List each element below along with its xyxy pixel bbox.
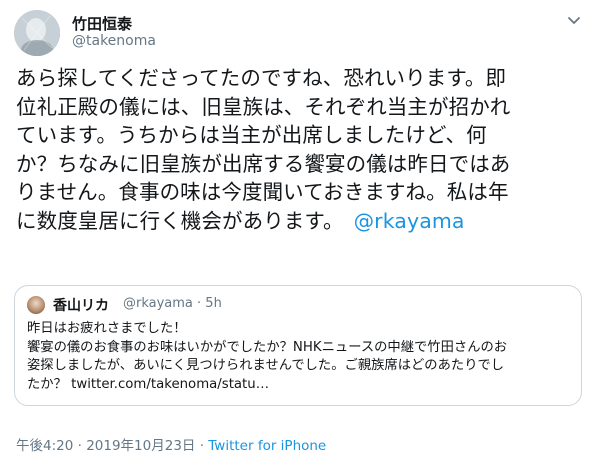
author-avatar[interactable] xyxy=(14,10,60,56)
author-display-name[interactable]: 竹田恒泰 xyxy=(72,13,132,34)
client-link[interactable]: Twitter for iPhone xyxy=(208,438,326,454)
tweet-footer: 午後4:20 · 2019年10月23日 · Twitter for iPhon… xyxy=(16,434,326,454)
quoted-author-handle: @rkayama · 5h xyxy=(123,296,222,311)
quoted-text-line: 姿探しましたが、あいにく見つけられませんでした。ご親族席はどのあたりでし xyxy=(27,358,505,373)
quoted-text: 昨日はお疲れさまでした！ 饗宴の儀のお食事のお味はいかがでしたか？NHKニュース… xyxy=(27,320,572,394)
tweet-text-line: ています。うちからは当主が出席しましたけど、何 xyxy=(16,123,487,147)
tweet-text-segment: に数度皇居に行く機会があります。 xyxy=(16,208,344,233)
quoted-text-line: 饗宴の儀のお食事のお味はいかがでしたか？NHKニュースの中継で竹田さんのお xyxy=(27,339,508,355)
quoted-text-line: 昨日はお疲れさまでした！ xyxy=(27,321,187,336)
quoted-text-line: たか？ twitter.com/takenoma/statu… xyxy=(27,376,269,392)
tweet-text-line: 位礼正殿の儀には、旧皇族は、それぞれ当主が招かれ xyxy=(16,94,511,119)
timestamp-link[interactable]: 午後4:20 · 2019年10月23日 · xyxy=(16,438,208,454)
tweet-text-line: か？ちなみに旧皇族が出席する饗宴の儀は昨日ではあ xyxy=(16,151,511,176)
mention-link[interactable]: @rkayama xyxy=(354,209,465,233)
author-handle[interactable]: @takenoma xyxy=(72,33,156,49)
tweet-text-line-last: に数度皇居に行く機会があります。 @rkayama xyxy=(16,207,586,236)
tweet-text: あら探してくださってたのですね、恐れいります。即 位礼正殿の儀には、旧皇族は、そ… xyxy=(16,64,586,235)
quoted-tweet[interactable]: 香山リカ @rkayama · 5h 昨日はお疲れさまでした！ 饗宴の儀のお食事… xyxy=(14,285,582,406)
tweet-text-line: りません。食事の味は今度聞いておきますね。私は年 xyxy=(16,180,509,204)
tweet-card: 竹田恒泰 @takenoma あら探してくださってたのですね、恐れいります。即 … xyxy=(0,0,597,467)
tweet-text-line: あら探してくださってたのですね、恐れいります。即 xyxy=(16,66,507,90)
chevron-down-icon[interactable] xyxy=(566,12,582,28)
user-avatar-icon xyxy=(14,10,60,56)
quoted-author-name: 香山リカ xyxy=(53,298,109,314)
quoted-author-avatar xyxy=(27,296,45,314)
